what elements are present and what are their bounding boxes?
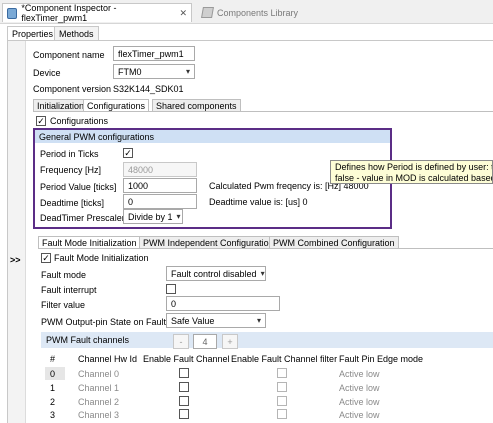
tab-component-inspector[interactable]: *Component Inspector - flexTimer_pwm1 ✕: [2, 3, 192, 23]
enable-filter-checkbox[interactable]: [277, 382, 287, 392]
deadtime-label: Deadtime [ticks]: [40, 198, 105, 208]
component-name-input[interactable]: flexTimer_pwm1: [113, 46, 195, 61]
filter-value-input[interactable]: 0: [166, 296, 280, 311]
row-edge-mode[interactable]: Active low: [339, 410, 380, 420]
device-label: Device: [33, 68, 61, 78]
tooltip-line-1: Defines how Period is defined by user: t…: [335, 162, 493, 172]
fault-channels-title: PWM Fault channels: [46, 335, 130, 345]
enable-filter-checkbox[interactable]: [277, 368, 287, 378]
col-header-channel-id: Channel Hw Id: [78, 354, 138, 364]
filter-value-label: Filter value: [41, 300, 86, 310]
enable-fault-checkbox[interactable]: [179, 368, 189, 378]
fault-channels-count[interactable]: 4: [193, 334, 217, 349]
row-channel: Channel 0: [78, 369, 120, 379]
chevron-down-icon: ▾: [185, 67, 190, 76]
tab-components-library-label: Components Library: [217, 7, 299, 18]
close-icon[interactable]: ✕: [179, 8, 187, 19]
tab-component-inspector-label: *Component Inspector - flexTimer_pwm1: [21, 3, 117, 23]
output-state-select[interactable]: Safe Value ▾: [166, 313, 266, 328]
fault-mode-init-label: Fault Mode Initialization: [54, 253, 149, 263]
period-value-input[interactable]: 1000: [123, 178, 197, 193]
configurations-checkbox[interactable]: ✓: [36, 116, 46, 126]
fault-mode-label: Fault mode: [41, 270, 87, 280]
fault-tab-divider: [38, 248, 493, 249]
fault-channels-minus-button[interactable]: -: [173, 334, 189, 349]
row-channel: Channel 3: [78, 410, 120, 420]
output-state-label: PWM Output-pin State on Fault: [41, 317, 167, 327]
row-edge-mode[interactable]: Active low: [339, 369, 380, 379]
enable-fault-checkbox[interactable]: [179, 396, 189, 406]
tooltip-line-2: false - value in MOD is calculated based…: [335, 173, 493, 183]
section-tab-divider: [33, 111, 493, 112]
period-value-label: Period Value [ticks]: [40, 182, 117, 192]
check-icon: ✓: [124, 147, 132, 158]
row-edge-mode[interactable]: Active low: [339, 397, 380, 407]
fault-interrupt-label: Fault interrupt: [41, 285, 97, 295]
period-tooltip: Defines how Period is defined by user: t…: [330, 160, 493, 184]
tab-properties[interactable]: Properties: [7, 26, 59, 41]
deadtime-prescaler-label: DeadTimer Prescaler: [40, 213, 125, 223]
frequency-input[interactable]: 48000: [123, 162, 197, 177]
tab-methods-label: Methods: [59, 29, 94, 39]
period-in-ticks-label: Period in Ticks: [40, 149, 99, 159]
tab-pwm-independent-label: PWM Independent Configuration: [143, 238, 274, 248]
fault-interrupt-checkbox[interactable]: [166, 284, 176, 294]
tab-pwm-combined-label: PWM Combined Configuration: [273, 238, 395, 248]
enable-fault-checkbox[interactable]: [179, 382, 189, 392]
configurations-checkbox-label: Configurations: [50, 116, 109, 126]
tab-shared-components-label: Shared components: [156, 101, 237, 111]
component-icon: [7, 7, 18, 19]
deadtime-prescaler-value: Divide by 1: [128, 211, 173, 222]
row-edge-mode[interactable]: Active low: [339, 383, 380, 393]
component-version-value: S32K144_SDK01: [113, 84, 184, 94]
device-select-value: FTM0: [118, 66, 142, 77]
row-index: 0: [50, 369, 56, 379]
row-index: 1: [50, 383, 56, 393]
component-version-label: Component version: [33, 84, 112, 94]
enable-fault-checkbox[interactable]: [179, 409, 189, 419]
tab-fault-mode-label: Fault Mode Initialization: [42, 238, 137, 248]
enable-filter-checkbox[interactable]: [277, 396, 287, 406]
tab-configurations-label: Configurations: [87, 101, 146, 111]
col-header-index: #: [50, 354, 56, 364]
row-index: 3: [50, 410, 56, 420]
fault-mode-init-checkbox[interactable]: ✓: [41, 253, 51, 263]
period-in-ticks-checkbox[interactable]: ✓: [123, 148, 133, 158]
tab-components-library[interactable]: Components Library: [198, 3, 302, 22]
pwm-config-header: General PWM configurations: [35, 130, 390, 143]
chevron-down-icon: ▾: [260, 269, 265, 278]
row-channel: Channel 1: [78, 383, 120, 393]
col-header-enable-fault: Enable Fault Channel: [143, 354, 230, 364]
row-index: 2: [50, 397, 56, 407]
tab-initialization-label: Initialization: [37, 101, 85, 111]
expand-gutter-button[interactable]: >>: [10, 255, 21, 265]
enable-filter-checkbox[interactable]: [277, 409, 287, 419]
row-channel: Channel 2: [78, 397, 120, 407]
check-icon: ✓: [37, 115, 45, 126]
tab-properties-label: Properties: [12, 29, 54, 39]
chevron-down-icon: ▾: [176, 212, 181, 221]
device-select[interactable]: FTM0 ▾: [113, 64, 195, 79]
pwm-config-title: General PWM configurations: [39, 131, 155, 142]
left-gutter: [8, 41, 26, 423]
component-name-label: Component name: [33, 50, 105, 60]
chevron-down-icon: ▾: [256, 316, 261, 325]
col-header-enable-filter: Enable Fault Channel filter: [231, 354, 338, 364]
output-state-value: Safe Value: [171, 315, 215, 326]
tab-methods[interactable]: Methods: [54, 26, 99, 41]
fault-mode-value: Fault control disabled: [171, 268, 257, 279]
fault-mode-select[interactable]: Fault control disabled ▾: [166, 266, 266, 281]
frequency-label: Frequency [Hz]: [40, 165, 102, 175]
col-header-edge-mode: Fault Pin Edge mode: [339, 354, 424, 364]
deadtime-value-text: Deadtime value is: [us] 0: [209, 197, 308, 207]
deadtime-input[interactable]: 0: [123, 194, 197, 209]
properties-panel: [7, 40, 493, 423]
check-icon: ✓: [42, 252, 50, 263]
library-icon: [201, 7, 214, 18]
fault-channels-plus-button[interactable]: +: [222, 334, 238, 349]
deadtime-prescaler-select[interactable]: Divide by 1 ▾: [123, 209, 183, 224]
